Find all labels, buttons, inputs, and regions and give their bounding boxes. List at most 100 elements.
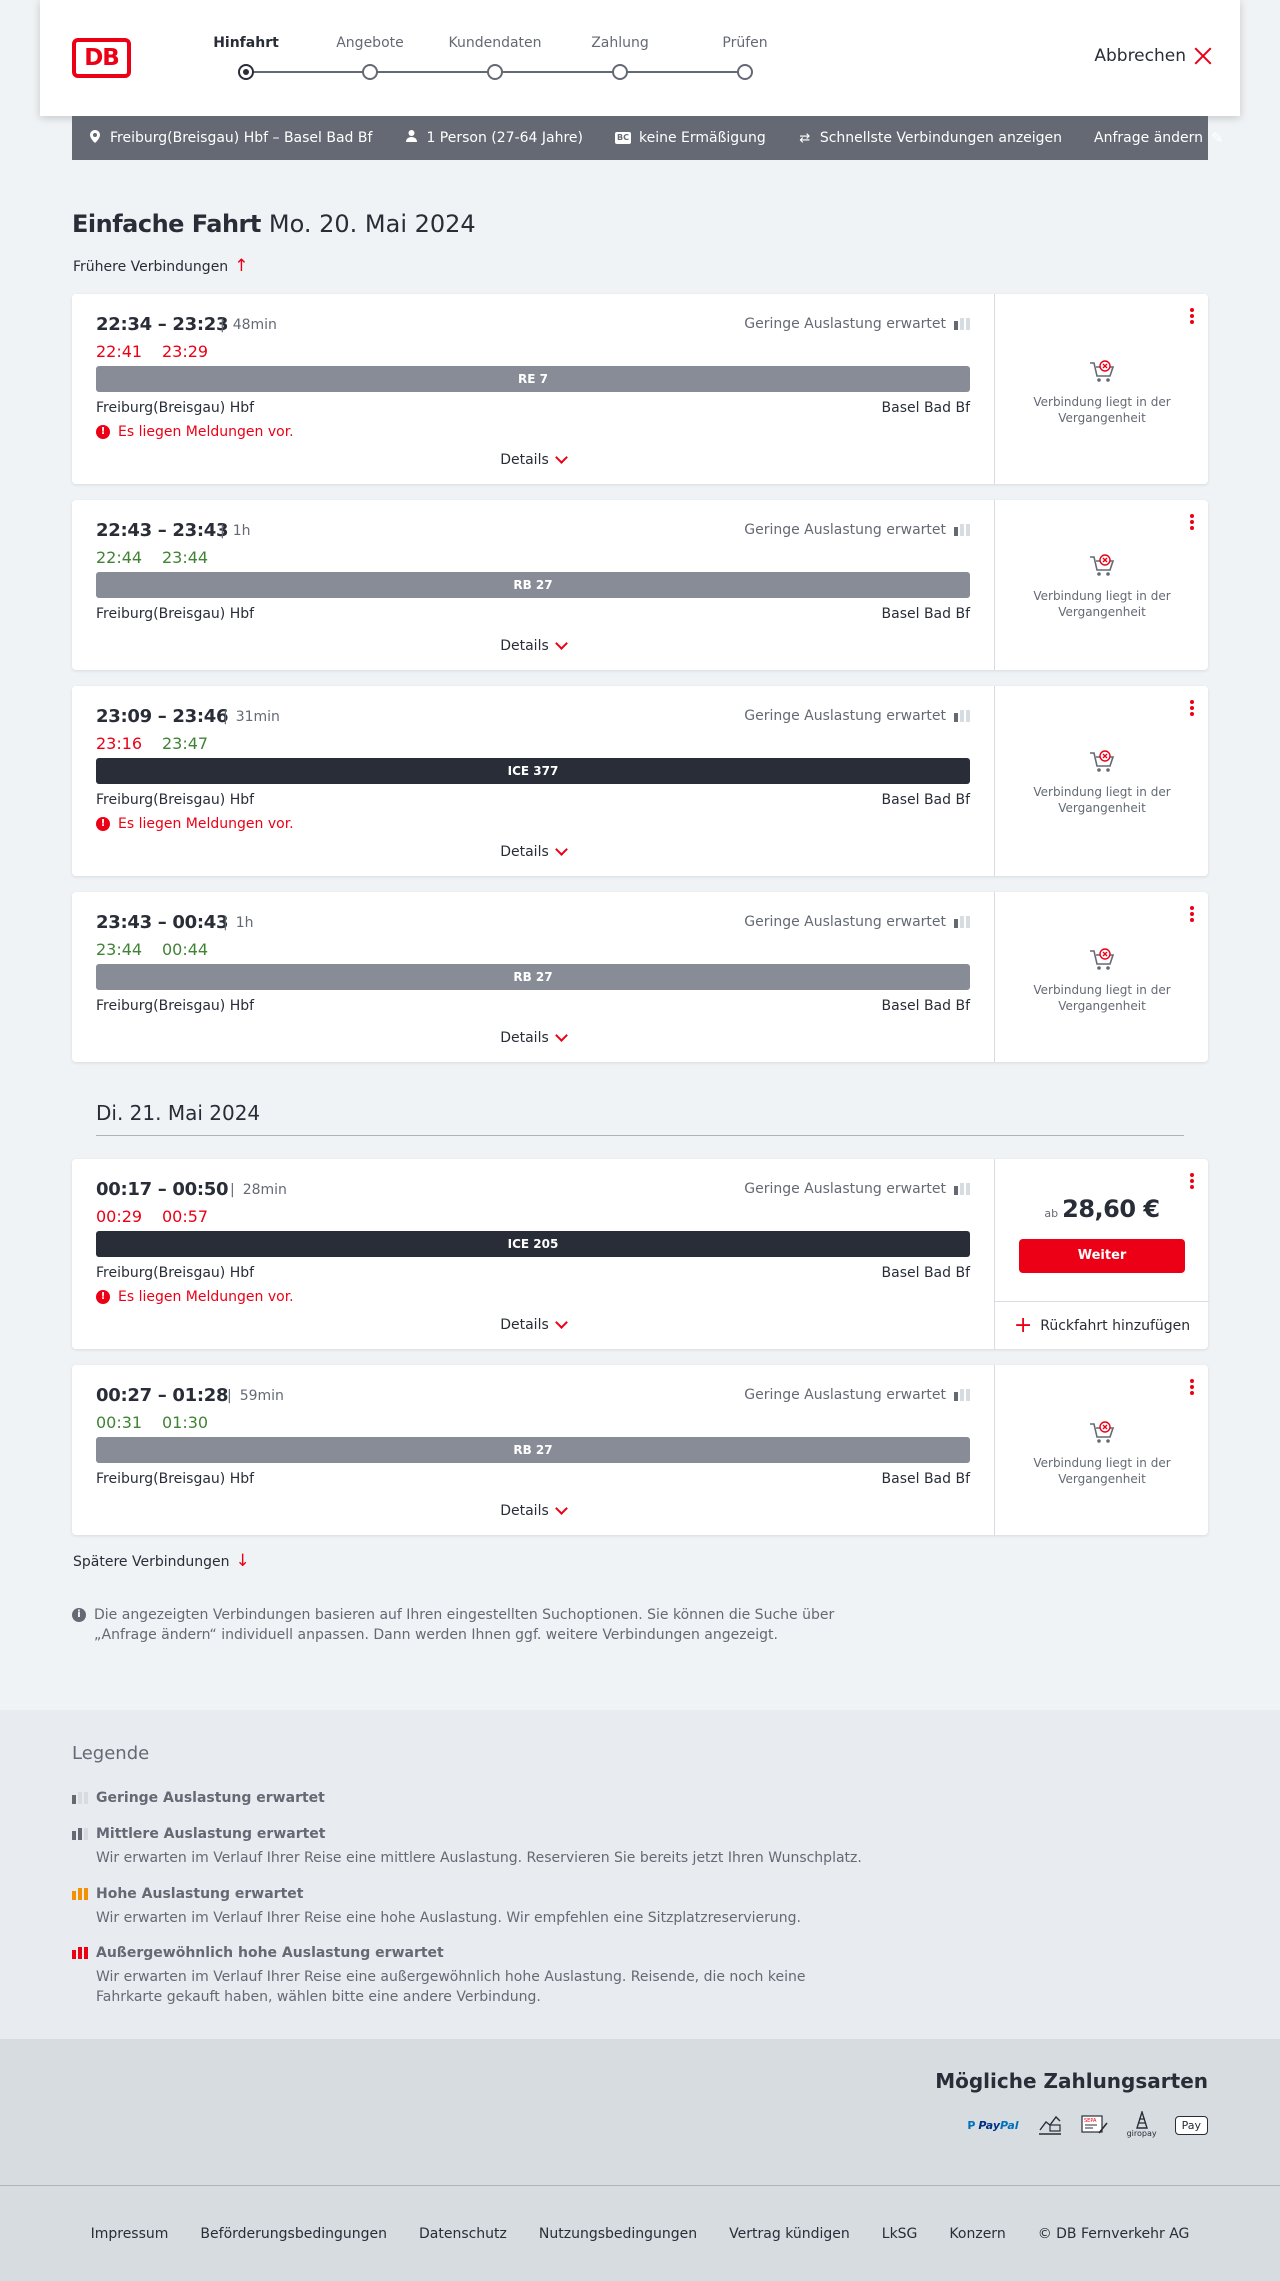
chevron-down-icon <box>554 1501 568 1515</box>
footer-link-lksg[interactable]: LkSG <box>882 2226 918 2242</box>
kebab-menu-icon[interactable] <box>1190 700 1194 716</box>
details-toggle[interactable]: Details <box>72 1501 994 1519</box>
offer-panel: Verbindung liegt in der Vergangenheit <box>994 500 1208 670</box>
scheduled-times: 00:17 – 00:50 <box>96 1179 229 1200</box>
connection-card: 22:43 – 23:43 | 1h 22:44 23:44 Geringe Aus… <box>72 500 1208 670</box>
cart-icon <box>1090 360 1115 382</box>
kebab-menu-icon[interactable] <box>1190 514 1194 530</box>
details-toggle[interactable]: Details <box>72 636 994 654</box>
trip-date: Mo. 20. Mai 2024 <box>268 210 476 238</box>
footer-link-nutzungsbedingungen[interactable]: Nutzungsbedingungen <box>539 2226 697 2242</box>
paypal-icon: P Pay Pal <box>967 2118 1019 2132</box>
notice[interactable]: ! Es liegen Meldungen vor. <box>96 816 294 832</box>
legend-item-desc: Wir erwarten im Verlauf Ihrer Reise eine… <box>96 1850 862 1866</box>
details-toggle[interactable]: Details <box>72 842 994 860</box>
payment-methods-section: Mögliche Zahlungsarten P Pay Pal SEPA giro… <box>0 2039 1280 2185</box>
details-toggle[interactable]: Details <box>72 1028 994 1046</box>
train-bar[interactable]: RB 27 <box>96 964 970 990</box>
offer-panel: Verbindung liegt in der Vergangenheit <box>994 686 1208 876</box>
price: ab 28,60 € <box>995 1195 1209 1223</box>
notice-text: Es liegen Meldungen vor. <box>118 816 294 832</box>
past-connection-info: Verbindung liegt in der Vergangenheit <box>995 748 1209 816</box>
load-text: Geringe Auslastung erwartet <box>744 522 946 538</box>
step-dot <box>612 64 628 80</box>
train-bar[interactable]: RB 27 <box>96 572 970 598</box>
legend-item: Mittlere Auslastung erwartet Wir erwarte… <box>72 1826 872 1868</box>
query-discount: BC keine Ermäßigung <box>615 130 766 146</box>
progress-stepper: Hinfahrt Angebote Kundendaten Zahlung Pr… <box>181 0 768 116</box>
footer-link-konzern[interactable]: Konzern <box>949 2226 1005 2242</box>
details-label: Details <box>500 638 549 654</box>
footer-link-vertrag-kuendigen[interactable]: Vertrag kündigen <box>729 2226 850 2242</box>
notice[interactable]: ! Es liegen Meldungen vor. <box>96 1289 294 1305</box>
train-bar[interactable]: RE 7 <box>96 366 970 392</box>
realtime-times: 00:29 00:57 <box>96 1207 228 1226</box>
offer-panel: Verbindung liegt in der Vergangenheit <box>994 892 1208 1062</box>
train-bar[interactable]: RB 27 <box>96 1437 970 1463</box>
past-connection-info: Verbindung liegt in der Vergangenheit <box>995 358 1209 426</box>
step-dot <box>487 64 503 80</box>
train-bar[interactable]: ICE 377 <box>96 758 970 784</box>
later-connections-label: Spätere Verbindungen <box>73 1553 230 1570</box>
legend-item-title: Hohe Auslastung erwartet <box>96 1886 304 1902</box>
duration: | 1h <box>220 523 251 539</box>
chevron-down-icon <box>554 450 568 464</box>
kebab-menu-icon[interactable] <box>1190 308 1194 324</box>
connection-card: 23:43 – 00:43 | 1h 23:44 00:44 Geringe Aus… <box>72 892 1208 1062</box>
change-request-button[interactable]: Anfrage ändern ✎ <box>1094 129 1224 147</box>
add-return-button[interactable]: + Rückfahrt hinzufügen <box>995 1301 1209 1349</box>
past-connection-info: Verbindung liegt in der Vergangenheit <box>995 946 1209 1014</box>
realtime-times: 23:16 23:47 <box>96 734 228 753</box>
legend-item-desc: Wir erwarten im Verlauf Ihrer Reise eine… <box>96 1969 806 2005</box>
cancel-button[interactable]: Abbrechen <box>1094 46 1212 66</box>
realtime-arrival: 00:44 <box>162 940 209 959</box>
train-bar[interactable]: ICE 205 <box>96 1231 970 1257</box>
step-label: Hinfahrt <box>213 35 279 51</box>
load-forecast: Geringe Auslastung erwartet <box>744 1387 970 1403</box>
footer-link-impressum[interactable]: Impressum <box>91 2226 169 2242</box>
past-connection-text: Verbindung liegt in der Vergangenheit <box>1033 785 1171 815</box>
connection-info: 00:27 – 01:28 | 59min 00:31 01:30 Geringe … <box>72 1365 994 1535</box>
realtime-arrival: 01:30 <box>162 1413 209 1432</box>
notice[interactable]: ! Es liegen Meldungen vor. <box>96 424 294 440</box>
realtime-departure: 00:31 <box>96 1413 143 1432</box>
load-text: Geringe Auslastung erwartet <box>744 1181 946 1197</box>
earlier-connections-link[interactable]: Frühere Verbindungen ↑ <box>73 258 248 275</box>
kebab-menu-icon[interactable] <box>1190 1173 1194 1189</box>
chevron-down-icon <box>554 636 568 650</box>
chevron-down-icon <box>554 1028 568 1042</box>
legend-title: Legende <box>72 1743 150 1764</box>
legend-section: Legende Geringe Auslastung erwartet Mitt… <box>0 1710 1280 2039</box>
realtime-times: 22:41 23:29 <box>96 342 228 361</box>
past-connection-text: Verbindung liegt in der Vergangenheit <box>1033 1456 1171 1486</box>
later-connections-link[interactable]: Spätere Verbindungen ↓ <box>73 1553 250 1570</box>
footer-link-datenschutz[interactable]: Datenschutz <box>419 2226 507 2242</box>
kebab-menu-icon[interactable] <box>1190 906 1194 922</box>
load-indicator-icon <box>954 524 970 536</box>
connection-card: 23:09 – 23:46 | 31min 23:16 23:47 Geringe … <box>72 686 1208 876</box>
person-icon <box>404 130 418 146</box>
page-title: Einfache Fahrt Mo. 20. Mai 2024 <box>72 210 476 238</box>
past-connection-text: Verbindung liegt in der Vergangenheit <box>1033 395 1171 425</box>
duration-value: 28min <box>242 1182 287 1198</box>
load-medium-icon <box>72 1828 88 1840</box>
continue-button[interactable]: Weiter <box>1019 1239 1185 1273</box>
alert-icon: ! <box>96 817 110 831</box>
db-logo[interactable]: DB <box>72 38 131 78</box>
trip-type: Einfache Fahrt <box>72 210 261 238</box>
connection-info: 23:09 – 23:46 | 31min 23:16 23:47 Geringe … <box>72 686 994 876</box>
realtime-times: 23:44 00:44 <box>96 940 228 959</box>
past-connection-text: Verbindung liegt in der Vergangenheit <box>1033 983 1171 1013</box>
load-forecast: Geringe Auslastung erwartet <box>744 1181 970 1197</box>
arrow-down-icon: ↓ <box>235 1551 250 1571</box>
footer-link-befoerderungsbedingungen[interactable]: Beförderungsbedingungen <box>200 2226 387 2242</box>
cancel-label: Abbrechen <box>1094 46 1186 66</box>
details-toggle[interactable]: Details <box>72 450 994 468</box>
duration-value: 31min <box>235 709 280 725</box>
details-label: Details <box>500 1503 549 1519</box>
earlier-connections-label: Frühere Verbindungen <box>73 258 229 275</box>
duration-value: 1h <box>235 915 254 931</box>
kebab-menu-icon[interactable] <box>1190 1379 1194 1395</box>
duration: | 1h <box>223 915 254 931</box>
details-toggle[interactable]: Details <box>72 1315 994 1333</box>
